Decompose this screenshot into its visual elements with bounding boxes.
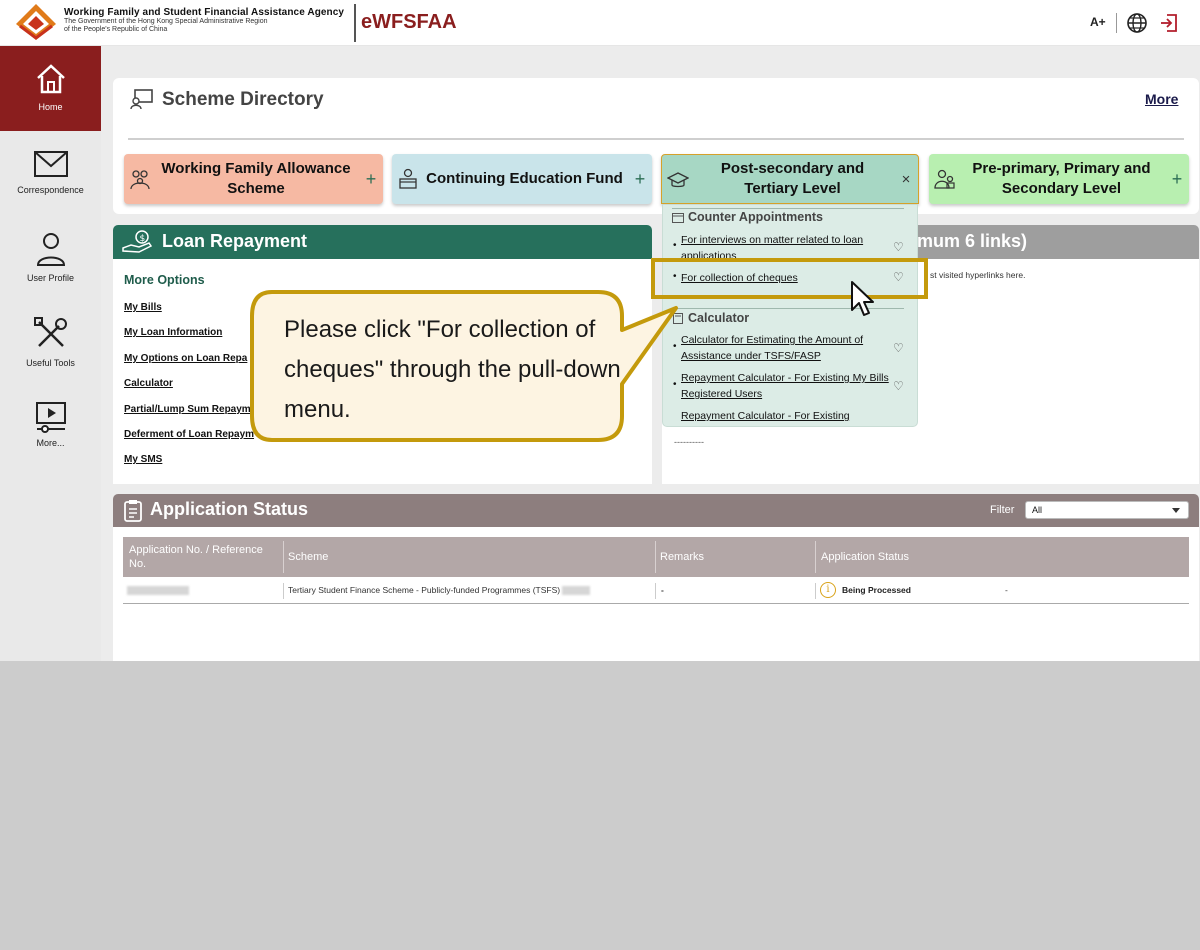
- my-options-loan-repayment-link[interactable]: My Options on Loan Repa: [124, 353, 247, 364]
- table-header-row: Application No. / Reference No. Scheme R…: [123, 537, 1189, 577]
- scheme-name: Tertiary Student Finance Scheme - Public…: [288, 585, 561, 595]
- repayment-calculator-my-bills-link[interactable]: Repayment Calculator - For Existing My B…: [681, 370, 891, 402]
- tile-pre-primary-secondary[interactable]: Pre-primary, Primary and Secondary Level…: [929, 154, 1189, 204]
- hand-money-icon: $: [122, 230, 153, 253]
- parent-child-icon: [934, 169, 955, 189]
- favourite-heart-icon[interactable]: ♡: [893, 240, 904, 254]
- favourite-links-title: ximum 6 links): [902, 231, 1028, 251]
- sidebar: Home Correspondence User Profile Useful …: [0, 46, 101, 661]
- agency-name: Working Family and Student Financial Ass…: [64, 7, 345, 18]
- filter-select[interactable]: All: [1025, 501, 1189, 519]
- envelope-icon: [33, 151, 68, 177]
- top-header: Working Family and Student Financial Ass…: [0, 0, 1200, 46]
- repayment-calculator-existing-link[interactable]: Repayment Calculator - For Existing: [681, 408, 891, 424]
- sidebar-item-label: More...: [36, 438, 65, 448]
- status-cell: Being Processed: [842, 585, 911, 595]
- mouse-cursor-icon: [851, 281, 874, 316]
- calculator-heading: Calculator: [688, 311, 750, 325]
- tile-post-secondary-tertiary[interactable]: Post-secondary and Tertiary Level ×: [661, 154, 919, 204]
- government-line-1: The Government of the Hong Kong Special …: [64, 18, 268, 25]
- my-sms-link[interactable]: My SMS: [124, 454, 162, 465]
- column-header-application-status: Application Status: [821, 551, 910, 563]
- more-options-heading: More Options: [124, 273, 205, 287]
- sidebar-item-user-profile[interactable]: User Profile: [0, 216, 101, 301]
- application-number-redacted: [127, 585, 189, 596]
- tutorial-highlight-box: [651, 258, 928, 299]
- home-icon: [36, 64, 65, 94]
- tile-label: Pre-primary, Primary and Secondary Level: [972, 160, 1151, 197]
- sidebar-item-label: Home: [38, 102, 63, 112]
- counter-appointments-heading: Counter Appointments: [688, 210, 823, 224]
- column-divider: [655, 583, 656, 599]
- calculator-link[interactable]: Calculator: [124, 378, 173, 389]
- language-globe-icon[interactable]: [1126, 12, 1148, 34]
- chevron-down-icon: [1172, 508, 1180, 513]
- family-icon: [130, 170, 150, 190]
- expand-icon[interactable]: +: [361, 169, 381, 190]
- scheme-cell: Tertiary Student Finance Scheme - Public…: [288, 585, 591, 596]
- sidebar-item-label: Correspondence: [17, 185, 84, 195]
- government-line-2: of the People's Republic of China: [64, 26, 168, 33]
- expand-icon[interactable]: +: [1167, 169, 1187, 190]
- tile-continuing-education-fund[interactable]: Continuing Education Fund +: [392, 154, 652, 204]
- agency-name-block: Working Family and Student Financial Ass…: [64, 7, 364, 34]
- filter-label: Filter: [990, 504, 1015, 516]
- scheme-directory-title: Scheme Directory: [162, 89, 324, 110]
- user-icon: [36, 233, 65, 266]
- font-size-button[interactable]: A+: [1090, 15, 1106, 29]
- bullet: •: [673, 240, 677, 251]
- scheme-directory-more-link[interactable]: More: [1145, 91, 1178, 107]
- graduation-cap-icon: [667, 172, 689, 188]
- tile-label: Working Family Allowance Scheme: [161, 160, 351, 197]
- column-header-scheme: Scheme: [288, 551, 329, 563]
- column-header-application-no: Application No. / Reference No.: [129, 544, 263, 570]
- svg-text:$: $: [140, 234, 146, 244]
- my-bills-link[interactable]: My Bills: [124, 302, 162, 313]
- divider: [672, 208, 904, 209]
- favourite-heart-icon[interactable]: ♡: [893, 379, 904, 393]
- partial-lump-sum-repayment-link[interactable]: Partial/Lump Sum Repaym: [124, 404, 251, 415]
- close-icon[interactable]: ×: [896, 171, 916, 188]
- sidebar-item-label: Useful Tools: [26, 358, 75, 368]
- estimating-assistance-calculator-link[interactable]: Calculator for Estimating the Amount of …: [681, 332, 891, 364]
- favourite-links-hint: st visited hyperlinks here.: [930, 270, 1026, 280]
- expand-icon[interactable]: +: [630, 169, 650, 190]
- tutorial-callout-text: Please click "For collection of cheques"…: [284, 316, 621, 423]
- deferment-loan-repayment-link[interactable]: Deferment of Loan Repaym: [124, 429, 254, 440]
- column-divider: [283, 583, 284, 599]
- table-row[interactable]: Tertiary Student Finance Scheme - Public…: [123, 580, 1189, 604]
- logout-icon[interactable]: [1160, 13, 1178, 33]
- filter-select-value: All: [1032, 505, 1043, 515]
- remarks-cell: -: [661, 585, 664, 595]
- agency-logo: [16, 4, 56, 40]
- divider: [128, 138, 1184, 140]
- header-divider: [354, 4, 356, 42]
- calendar-icon: [672, 213, 684, 223]
- computer-user-icon: [130, 89, 153, 110]
- brand-title[interactable]: eWFSFAA: [361, 11, 457, 34]
- tools-icon: [33, 317, 67, 347]
- tile-label: Continuing Education Fund: [426, 170, 623, 187]
- sidebar-item-home[interactable]: Home: [0, 46, 101, 131]
- header-separator: [1116, 13, 1117, 33]
- tile-working-family-allowance[interactable]: Working Family Allowance Scheme +: [124, 154, 383, 204]
- sidebar-item-label: User Profile: [26, 273, 74, 283]
- clipboard-icon: [124, 500, 142, 522]
- tile-label: Post-secondary and Tertiary Level: [720, 160, 865, 197]
- sidebar-item-correspondence[interactable]: Correspondence: [0, 131, 101, 216]
- loan-repayment-title: Loan Repayment: [162, 231, 308, 251]
- video-icon: [35, 402, 66, 433]
- column-header-remarks: Remarks: [660, 551, 705, 563]
- sidebar-item-more[interactable]: More...: [0, 386, 101, 471]
- column-divider: [815, 583, 816, 599]
- application-status-title: Application Status: [150, 499, 309, 519]
- status-trailing: -: [1005, 585, 1008, 595]
- favourite-heart-icon[interactable]: ♡: [893, 341, 904, 355]
- info-icon: i: [820, 582, 836, 598]
- my-loan-information-link[interactable]: My Loan Information: [124, 327, 222, 338]
- student-desk-icon: [399, 168, 417, 189]
- loan-repayment-header: $ Loan Repayment: [113, 225, 652, 259]
- sidebar-item-useful-tools[interactable]: Useful Tools: [0, 301, 101, 386]
